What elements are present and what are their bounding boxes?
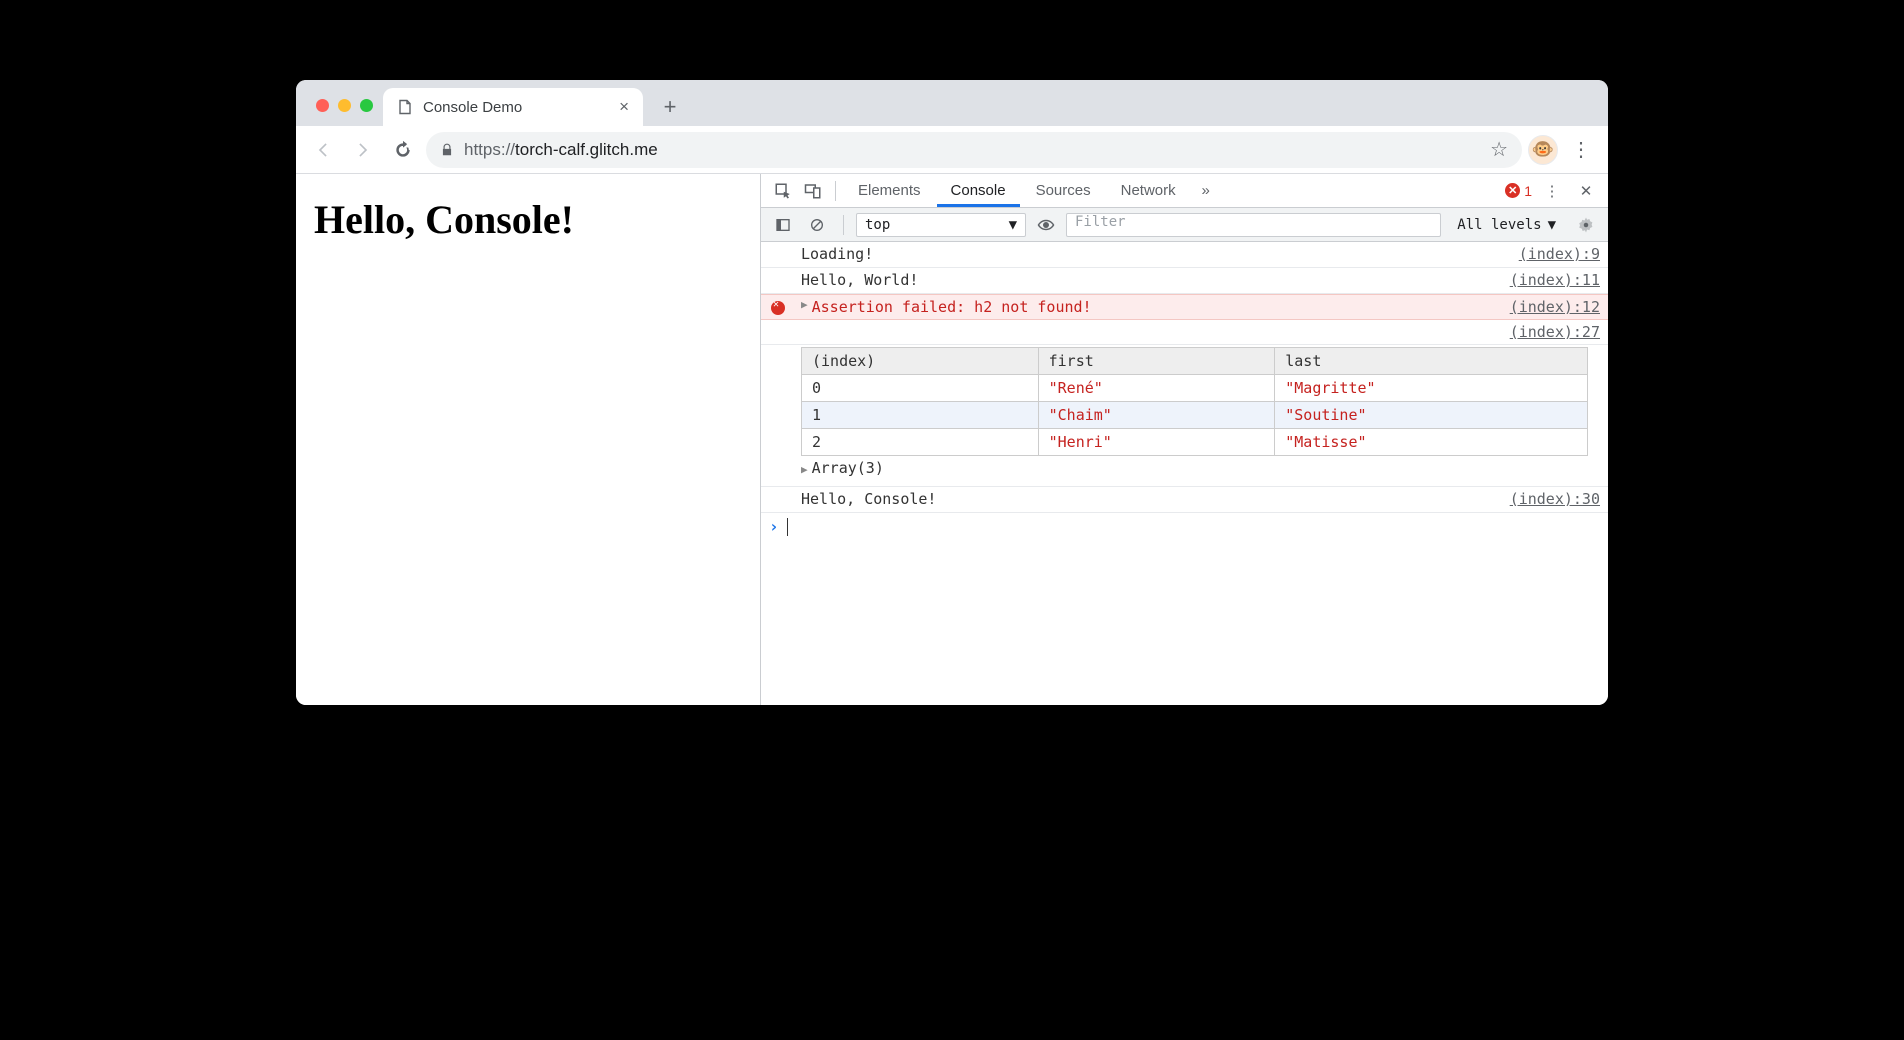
page-viewport: Hello, Console! — [296, 174, 761, 705]
url-text: https://torch-calf.glitch.me — [464, 140, 658, 160]
console-table: (index) first last 0 "René" "Magritte" — [801, 347, 1588, 456]
console-sidebar-toggle-icon[interactable] — [769, 211, 797, 239]
array-summary[interactable]: ▶Array(3) — [801, 456, 1588, 480]
table-row: 1 "Chaim" "Soutine" — [802, 402, 1588, 429]
device-toolbar-icon[interactable] — [799, 177, 827, 205]
devtools-tab-bar: Elements Console Sources Network » ✕1 ⋮ … — [761, 174, 1608, 208]
devtools-close-icon[interactable]: ✕ — [1572, 177, 1600, 205]
clear-console-icon[interactable] — [803, 211, 831, 239]
source-link[interactable]: (index):30 — [1498, 490, 1600, 508]
table-header[interactable]: (index) — [802, 348, 1039, 375]
live-expression-icon[interactable] — [1032, 211, 1060, 239]
console-message: Hello, Console! (index):30 — [761, 487, 1608, 513]
log-level-selector[interactable]: All levels▼ — [1447, 217, 1566, 233]
prompt-chevron-icon: › — [769, 517, 779, 536]
console-prompt[interactable]: › — [761, 513, 1608, 540]
console-error-message: ▶ Assertion failed: h2 not found! (index… — [761, 294, 1608, 320]
console-message: (index):27 — [761, 320, 1608, 345]
source-link[interactable]: (index):11 — [1498, 271, 1600, 289]
table-header[interactable]: first — [1038, 348, 1275, 375]
devtools-tab-network[interactable]: Network — [1107, 174, 1190, 207]
address-bar[interactable]: https://torch-calf.glitch.me ☆ — [426, 132, 1522, 168]
context-selector[interactable]: top▼ — [856, 213, 1026, 237]
browser-window: Console Demo × + https://torch-calf.glit… — [296, 80, 1608, 705]
maximize-window-button[interactable] — [360, 99, 373, 112]
expand-icon[interactable]: ▶ — [801, 298, 808, 311]
inspect-element-icon[interactable] — [769, 177, 797, 205]
devtools-tab-console[interactable]: Console — [937, 174, 1020, 207]
tab-title: Console Demo — [423, 99, 522, 116]
console-message: Loading! (index):9 — [761, 242, 1608, 268]
chevron-down-icon: ▼ — [1009, 217, 1017, 233]
source-link[interactable]: (index):12 — [1498, 298, 1600, 316]
bookmark-star-icon[interactable]: ☆ — [1490, 137, 1508, 162]
expand-icon[interactable]: ▶ — [801, 463, 808, 476]
devtools-tab-elements[interactable]: Elements — [844, 174, 935, 207]
more-tabs-icon[interactable]: » — [1192, 177, 1220, 205]
tab-strip: Console Demo × + — [296, 80, 1608, 126]
devtools-tab-sources[interactable]: Sources — [1022, 174, 1105, 207]
chevron-down-icon: ▼ — [1548, 217, 1556, 233]
page-heading: Hello, Console! — [314, 196, 742, 243]
browser-tab[interactable]: Console Demo × — [383, 88, 643, 126]
close-tab-button[interactable]: × — [619, 97, 629, 117]
source-link[interactable]: (index):9 — [1507, 245, 1600, 263]
table-header[interactable]: last — [1275, 348, 1588, 375]
console-toolbar: top▼ Filter All levels▼ — [761, 208, 1608, 242]
error-count-badge[interactable]: ✕1 — [1505, 183, 1532, 199]
table-row: 0 "René" "Magritte" — [802, 375, 1588, 402]
filter-input[interactable]: Filter — [1066, 213, 1441, 237]
close-window-button[interactable] — [316, 99, 329, 112]
reload-button[interactable] — [386, 133, 420, 167]
profile-avatar[interactable]: 🐵 — [1528, 135, 1558, 165]
browser-menu-button[interactable]: ⋮ — [1564, 137, 1598, 162]
devtools-menu-icon[interactable]: ⋮ — [1538, 177, 1566, 205]
console-settings-icon[interactable] — [1572, 211, 1600, 239]
browser-toolbar: https://torch-calf.glitch.me ☆ 🐵 ⋮ — [296, 126, 1608, 174]
source-link[interactable]: (index):27 — [1510, 323, 1600, 341]
console-message: Hello, World! (index):11 — [761, 268, 1608, 294]
window-controls — [308, 99, 383, 126]
console-table-block: (index) first last 0 "René" "Magritte" — [761, 345, 1608, 487]
content-area: Hello, Console! Elements Console Sources… — [296, 174, 1608, 705]
minimize-window-button[interactable] — [338, 99, 351, 112]
table-row: 2 "Henri" "Matisse" — [802, 429, 1588, 456]
lock-icon — [440, 143, 454, 157]
devtools-panel: Elements Console Sources Network » ✕1 ⋮ … — [761, 174, 1608, 705]
console-output: Loading! (index):9 Hello, World! (index)… — [761, 242, 1608, 705]
text-cursor — [787, 518, 788, 536]
page-icon — [397, 99, 413, 115]
back-button[interactable] — [306, 133, 340, 167]
forward-button[interactable] — [346, 133, 380, 167]
new-tab-button[interactable]: + — [653, 90, 687, 124]
